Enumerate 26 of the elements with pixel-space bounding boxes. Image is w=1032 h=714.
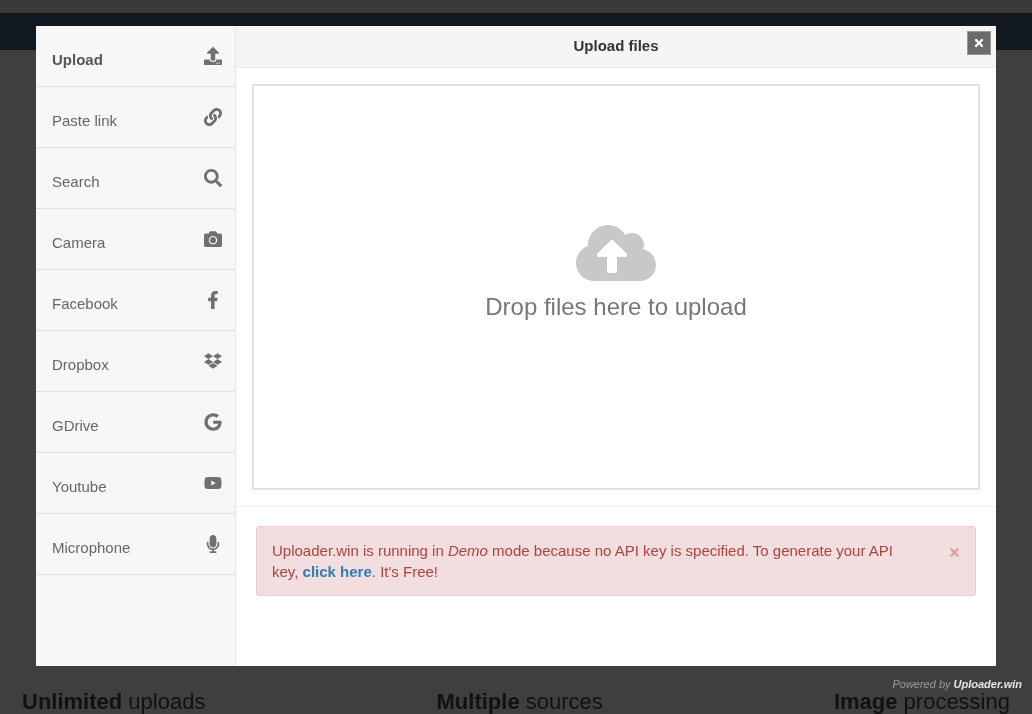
click-here-link[interactable]: click here — [302, 563, 372, 580]
camera-icon — [204, 230, 222, 248]
sidebar-item[interactable]: Paste link — [36, 87, 235, 148]
sidebar-item[interactable]: Dropbox — [36, 331, 235, 392]
close-icon — [973, 37, 985, 49]
sidebar-item[interactable]: Camera — [36, 209, 235, 270]
close-button[interactable] — [967, 31, 991, 55]
video-logo-icon — [204, 474, 222, 492]
sidebar-item[interactable]: Youtube — [36, 453, 235, 514]
sidebar-item[interactable]: Upload — [36, 26, 235, 87]
alert-message: Uploader.win is running in Demo mode because no API key is specified. To generate your API key, click here. It's Free! — [272, 541, 894, 582]
microphone-icon — [204, 535, 222, 553]
drop-zone[interactable]: Drop files here to upload — [252, 84, 980, 490]
dialog-title: Upload files — [573, 36, 659, 57]
letter-g-icon — [204, 413, 222, 431]
drop-zone-text: Drop files here to upload — [485, 292, 747, 322]
chain-link-icon — [204, 108, 222, 126]
upload-icon — [204, 47, 222, 65]
brand-link[interactable]: Uploader.win — [953, 676, 1022, 693]
powered-by-label: Powered by — [892, 677, 951, 692]
sidebar-item[interactable]: GDrive — [36, 392, 235, 453]
sidebar-item[interactable]: Facebook — [36, 270, 235, 331]
search-icon — [204, 169, 222, 187]
sidebar-item[interactable]: Search — [36, 148, 235, 209]
sidebar-item[interactable]: Microphone — [36, 514, 235, 575]
open-box-icon — [204, 352, 222, 370]
